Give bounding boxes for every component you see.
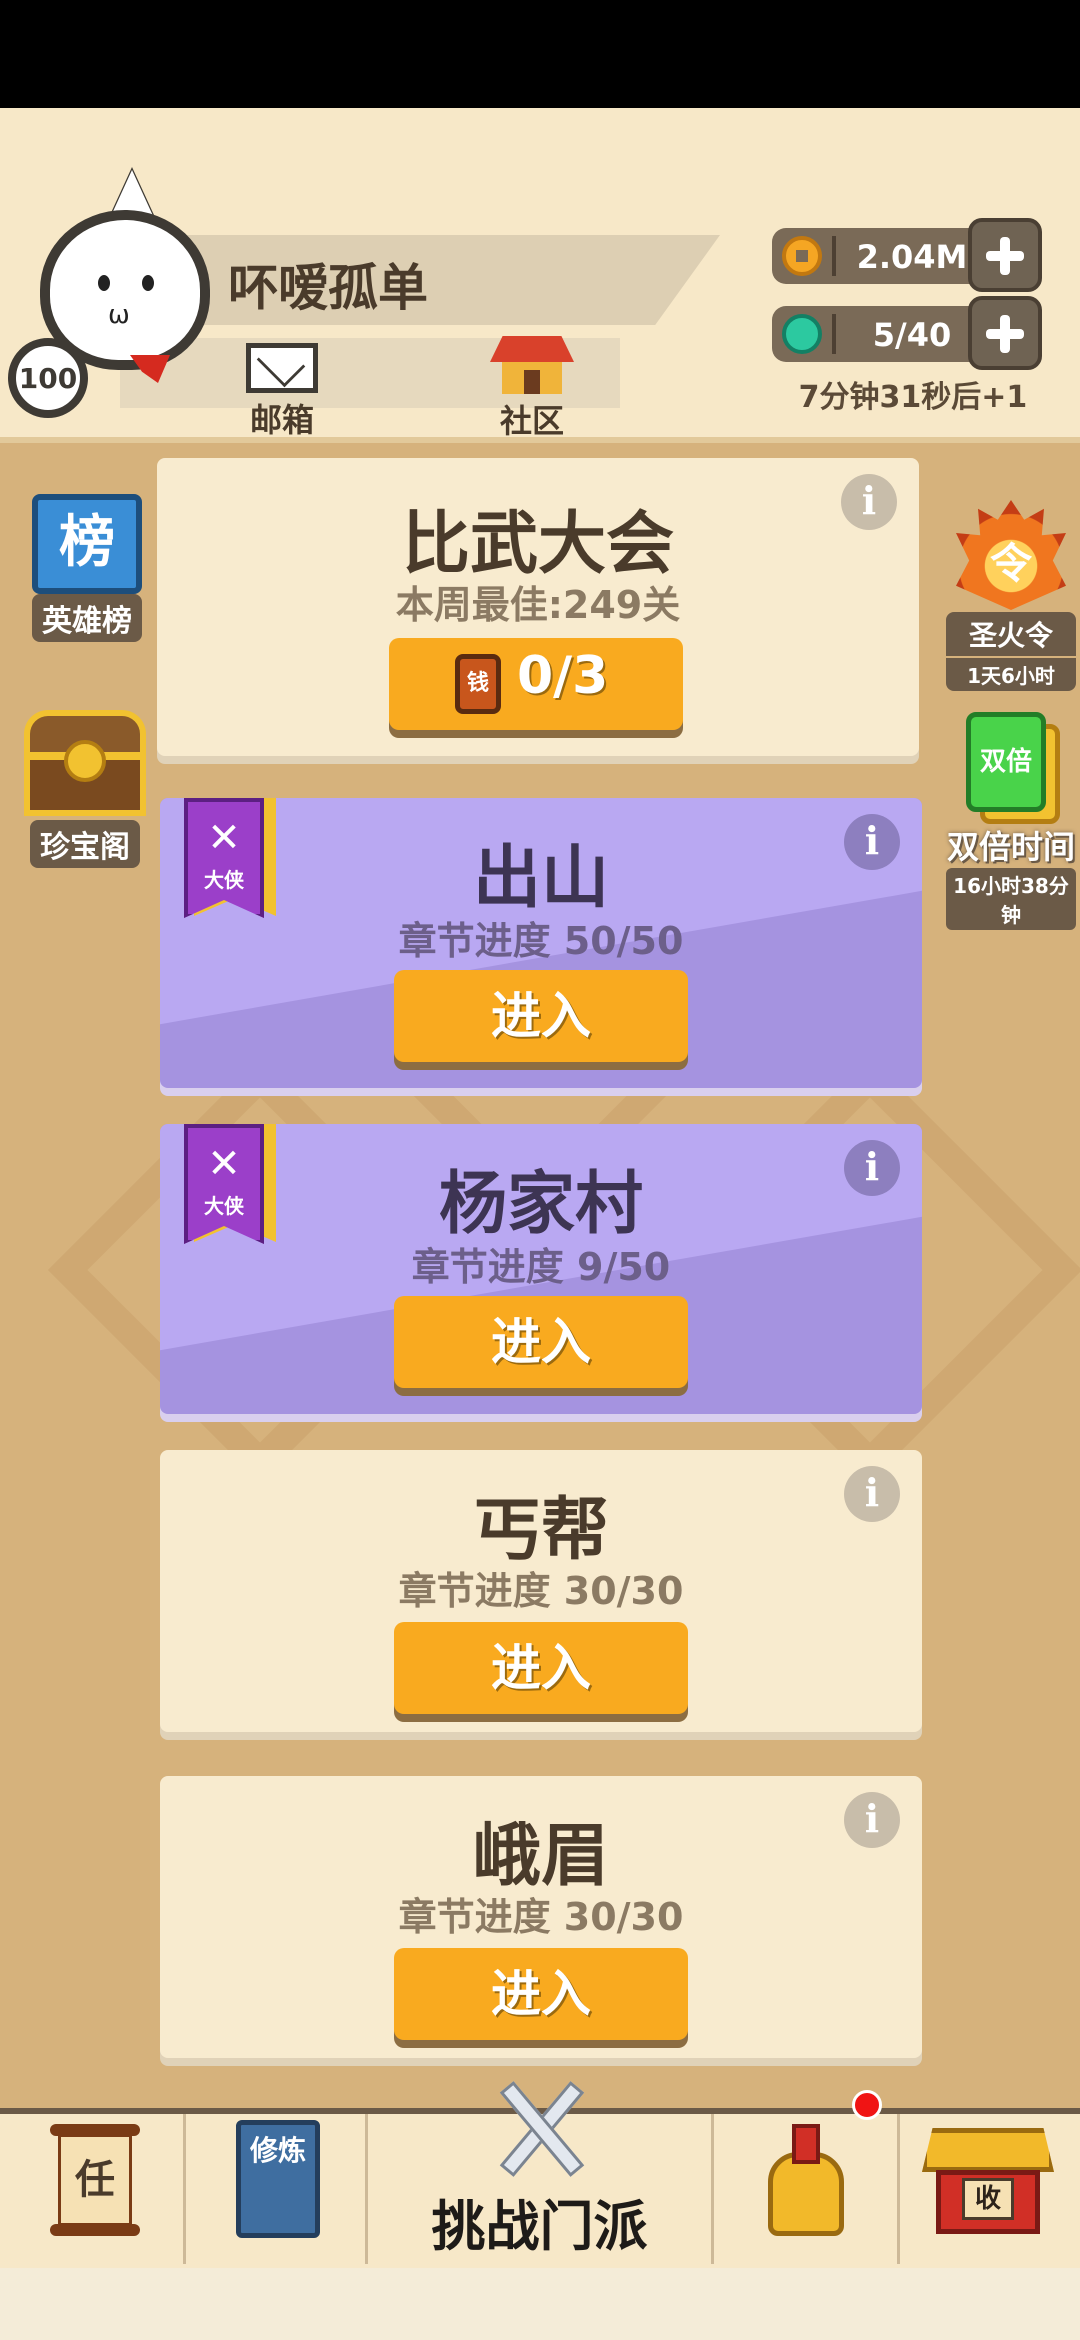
- stamina-gem-icon: [782, 314, 822, 354]
- sacred-flame-label: 圣火令: [946, 612, 1076, 656]
- avatar-eye: [142, 275, 154, 291]
- coin-icon: [782, 236, 822, 276]
- bottom-navigation: 任 修炼 挑战门派 收: [0, 2081, 1080, 2268]
- hero-ranking-label: 英雄榜: [32, 594, 142, 642]
- collection-house-icon: 收: [922, 2128, 1054, 2238]
- card-title: 峨眉: [472, 1817, 609, 1896]
- chapter-card: i 峨眉 章节进度 30/30 进入: [160, 1776, 922, 2058]
- sacred-flame-button[interactable]: 令 圣火令 1天6小时: [946, 500, 1076, 691]
- double-time-timer: 16小时38分钟: [946, 868, 1076, 930]
- task-icon-char: 任: [58, 2134, 132, 2226]
- double-time-button[interactable]: 双倍 双倍时间 16小时38分钟: [946, 712, 1076, 930]
- coin-value: 2.04M: [856, 238, 968, 276]
- player-name: 吥嗳孤单: [228, 259, 428, 317]
- add-coins-button[interactable]: [968, 218, 1042, 292]
- add-stamina-button[interactable]: [968, 296, 1042, 370]
- enter-button[interactable]: 进入: [394, 1296, 688, 1388]
- card-subtitle: 本周最佳:249关: [395, 583, 681, 627]
- sacred-flame-icon: 令: [956, 500, 1066, 610]
- level-badge: 100: [8, 338, 88, 418]
- sacred-flame-timer: 1天6小时: [946, 658, 1076, 691]
- community-label: 社区: [499, 402, 564, 440]
- treasure-pavilion-label: 珍宝阁: [30, 820, 140, 868]
- money-ticket-icon: 钱: [455, 654, 501, 714]
- community-house-icon: [490, 336, 574, 394]
- system-nav-bar: [0, 2268, 1080, 2340]
- card-subtitle: 章节进度 50/50: [398, 919, 684, 963]
- stamina-timer: 7分钟31秒后+1: [798, 380, 1028, 415]
- enter-button[interactable]: 进入: [394, 1622, 688, 1714]
- enter-button[interactable]: 进入: [394, 1948, 688, 2040]
- notification-dot: [852, 2090, 882, 2120]
- training-book-icon: 修炼: [236, 2120, 320, 2238]
- avatar-eye: [98, 275, 110, 291]
- flame-icon-char: 令: [989, 539, 1032, 588]
- nav-equipment[interactable]: [714, 2114, 900, 2264]
- card-subtitle: 章节进度 9/50: [411, 1245, 671, 1289]
- double-time-label: 双倍时间: [946, 828, 1075, 866]
- nav-tasks[interactable]: 任: [0, 2114, 186, 2264]
- coin-counter: 2.04M: [772, 228, 992, 284]
- treasure-pavilion-button[interactable]: 珍宝阁: [20, 710, 150, 868]
- armor-icon: [758, 2124, 854, 2244]
- double-card-icon: 双倍: [966, 712, 1060, 824]
- mail-icon: [246, 343, 318, 393]
- treasure-chest-icon: [24, 710, 146, 820]
- challenge-sect-label: 挑战门派: [431, 2195, 648, 2258]
- double-card-text: 双倍: [966, 712, 1046, 812]
- chapter-card: ✕ 大侠 i 出山 章节进度 50/50 进入: [160, 798, 922, 1088]
- card-subtitle: 章节进度 30/30: [398, 1895, 684, 1939]
- community-button[interactable]: 社区: [482, 336, 582, 440]
- crossed-swords-icon: [478, 2074, 604, 2184]
- mail-label: 邮箱: [249, 401, 314, 439]
- tournament-tickets-button[interactable]: 钱 0/3: [389, 638, 683, 730]
- stamina-counter: 5/40: [772, 306, 992, 362]
- hero-ranking-button[interactable]: 榜 英雄榜: [22, 494, 152, 642]
- enter-button[interactable]: 进入: [394, 970, 688, 1062]
- rank-banner-icon: 榜: [32, 494, 142, 594]
- avatar-mouth: ω: [108, 300, 130, 330]
- card-title: 比武大会: [401, 505, 674, 584]
- nav-training[interactable]: 修炼: [186, 2114, 368, 2264]
- mail-button[interactable]: 邮箱: [232, 343, 332, 439]
- status-bar: [0, 0, 1080, 108]
- chapter-card: ✕ 大侠 i 杨家村 章节进度 9/50 进入: [160, 1124, 922, 1414]
- tournament-card: i 比武大会 本周最佳:249关 钱 0/3: [157, 458, 919, 756]
- stamina-value: 5/40: [872, 316, 952, 354]
- nav-challenge-sect[interactable]: 挑战门派: [368, 2081, 714, 2264]
- chapter-card: i 丐帮 章节进度 30/30 进入: [160, 1450, 922, 1732]
- card-title: 杨家村: [438, 1165, 643, 1244]
- card-title: 出山: [472, 839, 609, 918]
- card-subtitle: 章节进度 30/30: [398, 1569, 684, 1613]
- collection-sign-char: 收: [962, 2178, 1014, 2220]
- nav-collection[interactable]: 收: [900, 2114, 1080, 2264]
- task-scroll-icon: 任: [50, 2124, 140, 2244]
- card-title: 丐帮: [472, 1491, 609, 1570]
- ticket-count: 0/3: [517, 646, 609, 706]
